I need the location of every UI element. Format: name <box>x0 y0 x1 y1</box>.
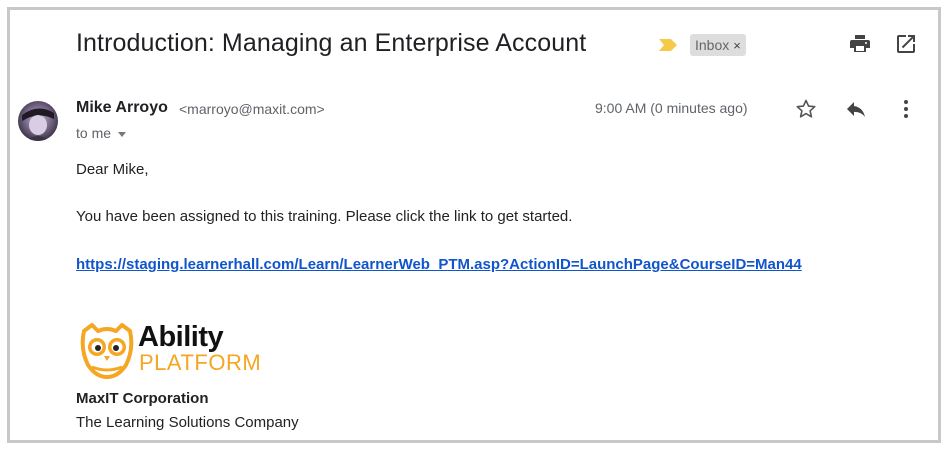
inbox-label-chip: Inbox × <box>690 34 746 56</box>
more-options-icon[interactable] <box>894 97 918 121</box>
chevron-down-icon <box>118 131 127 137</box>
signature-tagline: The Learning Solutions Company <box>76 414 299 431</box>
recipient-details-toggle[interactable]: to me <box>76 125 127 141</box>
email-view: Introduction: Managing an Enterprise Acc… <box>7 7 941 443</box>
inbox-label-text: Inbox <box>695 37 730 53</box>
sender-email: <marroyo@maxit.com> <box>179 101 325 117</box>
star-icon[interactable] <box>794 97 818 121</box>
sender-avatar[interactable] <box>18 101 58 141</box>
importance-marker-icon[interactable] <box>658 38 678 52</box>
sender-name: Mike Arroyo <box>76 99 168 116</box>
open-in-new-window-icon[interactable] <box>894 32 918 56</box>
printer-icon[interactable] <box>848 32 872 56</box>
email-message: You have been assigned to this training.… <box>76 208 573 225</box>
training-link[interactable]: https://staging.learnerhall.com/Learn/Le… <box>76 256 802 273</box>
owl-icon <box>80 323 134 379</box>
logo-word-platform: PLATFORM <box>139 350 262 375</box>
ability-platform-logo: Ability PLATFORM <box>78 321 261 379</box>
email-timestamp: 9:00 AM (0 minutes ago) <box>595 100 748 116</box>
email-subject: Introduction: Managing an Enterprise Acc… <box>76 29 587 57</box>
signature-company: MaxIT Corporation <box>76 390 209 407</box>
reply-icon[interactable] <box>844 97 868 121</box>
remove-label-icon[interactable]: × <box>733 38 741 53</box>
email-greeting: Dear Mike, <box>76 161 149 178</box>
recipient-text: to me <box>76 125 112 141</box>
